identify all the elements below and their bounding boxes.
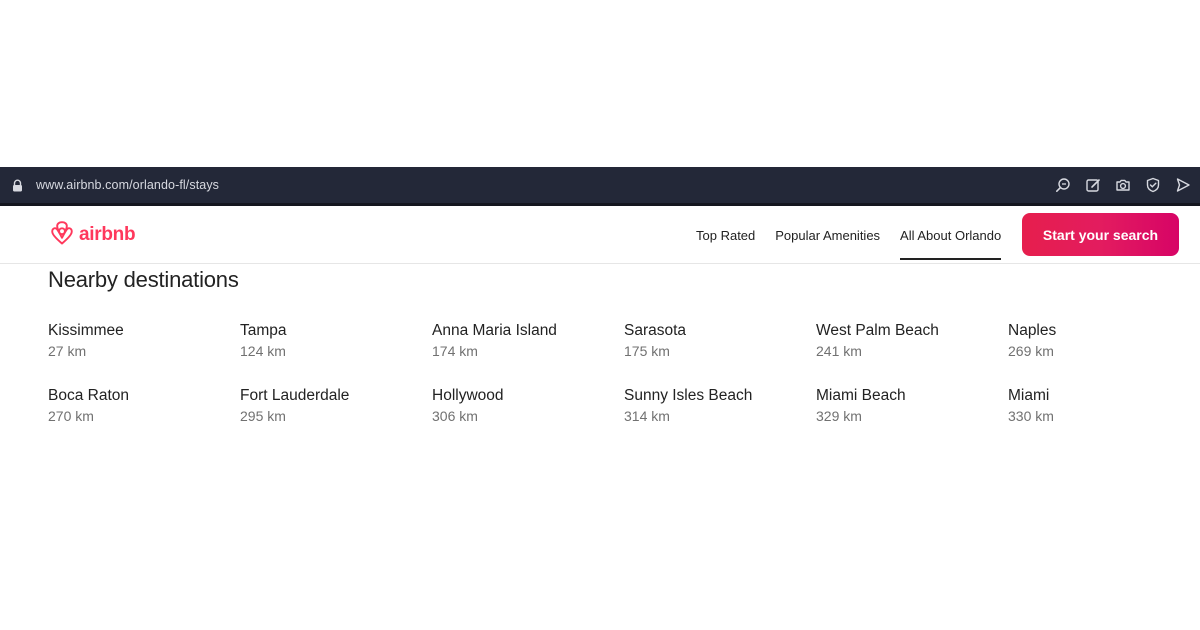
nav-top-rated[interactable]: Top Rated [686, 206, 765, 264]
destination-name: Kissimmee [48, 322, 124, 339]
destination-name: Sunny Isles Beach [624, 387, 753, 404]
destination-name: Miami Beach [816, 387, 906, 404]
destination-distance: 306 km [432, 408, 478, 424]
destination-distance: 270 km [48, 408, 94, 424]
destination-distance: 174 km [432, 343, 478, 359]
section-title: Nearby destinations [48, 267, 239, 292]
lock-icon [10, 177, 24, 193]
destination-name: Hollywood [432, 387, 504, 404]
destination-boca-raton[interactable]: Boca Raton 270 km [48, 387, 240, 426]
logo-wordmark: airbnb [79, 224, 136, 245]
destination-distance: 241 km [816, 343, 862, 359]
destination-distance: 175 km [624, 343, 670, 359]
destination-distance: 329 km [816, 408, 862, 424]
destination-name: Boca Raton [48, 387, 129, 404]
send-icon[interactable] [1174, 176, 1192, 194]
destination-anna-maria-island[interactable]: Anna Maria Island 174 km [432, 322, 624, 361]
header-nav: Top Rated Popular Amenities All About Or… [686, 206, 1011, 264]
destination-distance: 295 km [240, 408, 286, 424]
destination-name: Sarasota [624, 322, 687, 339]
airbnb-belo-icon [50, 220, 74, 251]
destination-name: West Palm Beach [816, 322, 939, 339]
destination-tampa[interactable]: Tampa 124 km [240, 322, 432, 361]
browser-actions [1054, 167, 1192, 203]
address-url[interactable]: www.airbnb.com/orlando-fl/stays [36, 178, 219, 192]
destination-fort-lauderdale[interactable]: Fort Lauderdale 295 km [240, 387, 432, 426]
nav-popular-amenities[interactable]: Popular Amenities [765, 206, 890, 264]
destination-name: Anna Maria Island [432, 322, 557, 339]
destination-miami[interactable]: Miami 330 km [1008, 387, 1158, 426]
start-search-button[interactable]: Start your search [1022, 213, 1179, 256]
page: www.airbnb.com/orlando-fl/stays airbnb T… [0, 0, 1200, 630]
destination-name: Naples [1008, 322, 1057, 339]
destinations-grid: Kissimmee 27 km Tampa 124 km Anna Maria … [48, 322, 1158, 426]
destination-kissimmee[interactable]: Kissimmee 27 km [48, 322, 240, 361]
destination-name: Miami [1008, 387, 1050, 404]
nav-all-about-orlando[interactable]: All About Orlando [890, 206, 1011, 264]
destination-name: Fort Lauderdale [240, 387, 350, 404]
destination-distance: 124 km [240, 343, 286, 359]
browser-address-bar: www.airbnb.com/orlando-fl/stays [0, 167, 1200, 203]
destination-distance: 330 km [1008, 408, 1054, 424]
destination-name: Tampa [240, 322, 287, 339]
airbnb-logo[interactable]: airbnb [50, 220, 136, 251]
destination-miami-beach[interactable]: Miami Beach 329 km [816, 387, 1008, 426]
zoom-icon[interactable] [1054, 176, 1072, 194]
destination-hollywood[interactable]: Hollywood 306 km [432, 387, 624, 426]
edit-icon[interactable] [1084, 176, 1102, 194]
camera-icon[interactable] [1114, 176, 1132, 194]
destination-distance: 27 km [48, 343, 87, 359]
destination-sarasota[interactable]: Sarasota 175 km [624, 322, 816, 361]
destination-distance: 269 km [1008, 343, 1054, 359]
destination-distance: 314 km [624, 408, 670, 424]
destination-naples[interactable]: Naples 269 km [1008, 322, 1158, 361]
shield-icon[interactable] [1144, 176, 1162, 194]
site-header: airbnb Top Rated Popular Amenities All A… [0, 206, 1200, 264]
destination-sunny-isles-beach[interactable]: Sunny Isles Beach 314 km [624, 387, 816, 426]
destination-west-palm-beach[interactable]: West Palm Beach 241 km [816, 322, 1008, 361]
